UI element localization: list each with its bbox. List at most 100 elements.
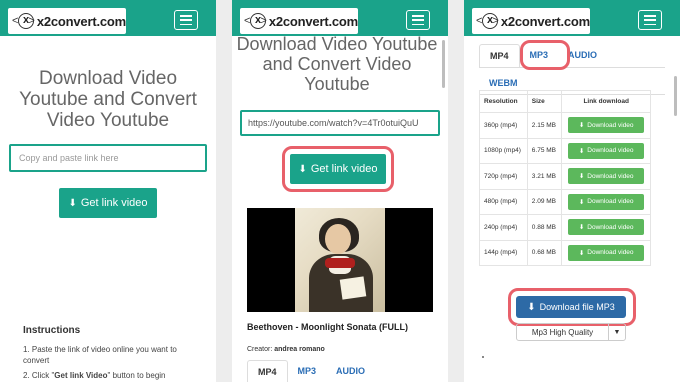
chevron-down-icon[interactable]: ▼ (609, 324, 625, 340)
divider-dot (482, 356, 484, 358)
cell-link: ⬇ Download video (561, 239, 651, 266)
download-video-label: Download video (587, 121, 634, 129)
phone-screen-1: < x > x2convert.com Download Video Youtu… (0, 0, 216, 382)
cell-size: 0.68 MB (526, 239, 563, 266)
cell-resolution: 1080p (mp4) (479, 137, 528, 164)
url-input[interactable]: Copy and paste link here (9, 144, 207, 172)
video-creator: Creator: andrea romano (247, 346, 325, 353)
top-navbar: < x > x2convert.com (232, 6, 448, 36)
page-title: Download Video Youtube and Convert Video… (236, 34, 438, 94)
download-video-label: Download video (587, 223, 634, 231)
phone-screen-2: < x > x2convert.com Download Video Youtu… (232, 0, 448, 382)
hamburger-menu-icon[interactable] (174, 10, 198, 30)
cell-size: 6.75 MB (526, 137, 563, 164)
get-link-label: Get link video (310, 163, 378, 175)
scrollbar[interactable] (442, 40, 445, 88)
tab-mp3[interactable]: MP3 (288, 360, 327, 382)
url-input[interactable]: https://youtube.com/watch?v=4Tr0otuiQuU (240, 110, 440, 136)
download-video-label: Download video (587, 198, 634, 206)
download-icon: ⬇ (578, 224, 585, 232)
download-icon: ⬇ (578, 173, 585, 181)
cell-resolution: 360p (mp4) (479, 112, 528, 139)
table-row: 720p (mp4) 3.21 MB ⬇ Download video (479, 163, 651, 190)
cell-resolution: 480p (mp4) (479, 188, 528, 215)
download-mp3-button[interactable]: ⬇ Download file MP3 (516, 296, 626, 318)
download-icon: ⬇ (298, 163, 307, 175)
mp3-quality-label: Mp3 High Quality (517, 324, 609, 340)
creator-name: andrea romano (274, 346, 325, 353)
cell-link: ⬇ Download video (561, 137, 651, 164)
download-video-button[interactable]: ⬇ Download video (568, 117, 645, 134)
table-row: 144p (mp4) 0.68 MB ⬇ Download video (479, 239, 651, 266)
logo-chevron-right: > (28, 15, 35, 27)
logo-mark-icon: < x > (12, 10, 35, 32)
download-video-button[interactable]: ⬇ Download video (568, 168, 645, 185)
tab-audio[interactable]: AUDIO (326, 360, 375, 382)
top-navbar: < x > x2convert.com (0, 6, 216, 36)
download-icon: ⬇ (68, 197, 77, 209)
logo-chevron-right: > (492, 15, 499, 27)
get-link-button[interactable]: ⬇ Get link video (290, 154, 386, 184)
download-table: Resolution Size Link download 360p (mp4)… (479, 90, 651, 266)
cell-link: ⬇ Download video (561, 214, 651, 241)
top-navbar: < x > x2convert.com (464, 6, 680, 36)
column-header-size: Size (526, 90, 563, 113)
cell-link: ⬇ Download video (561, 112, 651, 139)
hamburger-menu-icon[interactable] (638, 10, 662, 30)
video-thumbnail[interactable] (247, 208, 433, 312)
tab-mp4[interactable]: MP4 (479, 44, 520, 67)
table-row: 240p (mp4) 0.88 MB ⬇ Download video (479, 214, 651, 241)
instruction-step-2: 2. Click "Get link Video" button to begi… (23, 371, 166, 380)
format-tabs: MP4 MP3 AUDIO (247, 360, 375, 382)
site-logo[interactable]: < x > x2convert.com (472, 8, 590, 34)
cell-resolution: 240p (mp4) (479, 214, 528, 241)
cell-resolution: 720p (mp4) (479, 163, 528, 190)
instructions-title: Instructions (23, 325, 81, 336)
cell-size: 2.09 MB (526, 188, 563, 215)
tab-mp4[interactable]: MP4 (247, 360, 288, 382)
tutorial-canvas: < x > x2convert.com Download Video Youtu… (0, 0, 680, 382)
get-link-button[interactable]: ⬇ Get link video (59, 188, 157, 218)
page-title: Download Video Youtube and Convert Video… (19, 68, 197, 131)
phone-screen-3: < x > x2convert.com MP4 MP3 AUDIO WEBM R… (464, 0, 680, 382)
column-header-resolution: Resolution (479, 90, 528, 113)
site-logo[interactable]: < x > x2convert.com (8, 8, 126, 34)
download-video-label: Download video (587, 147, 634, 155)
cell-resolution: 144p (mp4) (479, 239, 528, 266)
download-video-label: Download video (587, 172, 634, 180)
download-mp3-label: Download file MP3 (539, 302, 615, 312)
download-video-button[interactable]: ⬇ Download video (568, 219, 645, 236)
table-row: 360p (mp4) 2.15 MB ⬇ Download video (479, 112, 651, 139)
logo-mark-icon: < x > (244, 10, 267, 32)
instruction-step-1: 1. Paste the link of video online you wa… (23, 345, 177, 365)
download-icon: ⬇ (578, 198, 585, 206)
table-row: 1080p (mp4) 6.75 MB ⬇ Download video (479, 137, 651, 164)
download-video-button[interactable]: ⬇ Download video (568, 244, 645, 261)
download-icon: ⬇ (527, 301, 536, 313)
download-video-label: Download video (587, 249, 634, 257)
cell-size: 3.21 MB (526, 163, 563, 190)
beethoven-portrait-image (295, 208, 385, 312)
logo-text: x2convert.com (36, 13, 126, 29)
logo-text: x2convert.com (268, 13, 358, 29)
cell-size: 2.15 MB (526, 112, 563, 139)
download-video-button[interactable]: ⬇ Download video (568, 142, 645, 159)
download-icon: ⬇ (578, 249, 585, 257)
get-link-label: Get link video (80, 197, 148, 209)
download-video-button[interactable]: ⬇ Download video (568, 193, 645, 210)
column-header-link: Link download (561, 90, 651, 113)
site-logo[interactable]: < x > x2convert.com (240, 8, 358, 34)
cell-link: ⬇ Download video (561, 163, 651, 190)
download-icon: ⬇ (578, 122, 585, 130)
cell-size: 0.88 MB (526, 214, 563, 241)
scrollbar[interactable] (674, 76, 677, 116)
hamburger-menu-icon[interactable] (406, 10, 430, 30)
format-tabs: MP4 MP3 AUDIO WEBM (479, 44, 665, 95)
video-title: Beethoven - Moonlight Sonata (FULL) (247, 322, 408, 332)
instruction-step-2-bold: Get link Video (54, 371, 108, 380)
download-icon: ⬇ (578, 147, 585, 155)
logo-mark-icon: < x > (476, 10, 499, 32)
cell-link: ⬇ Download video (561, 188, 651, 215)
table-row: 480p (mp4) 2.09 MB ⬇ Download video (479, 188, 651, 215)
mp3-quality-select[interactable]: Mp3 High Quality ▼ (516, 323, 626, 341)
